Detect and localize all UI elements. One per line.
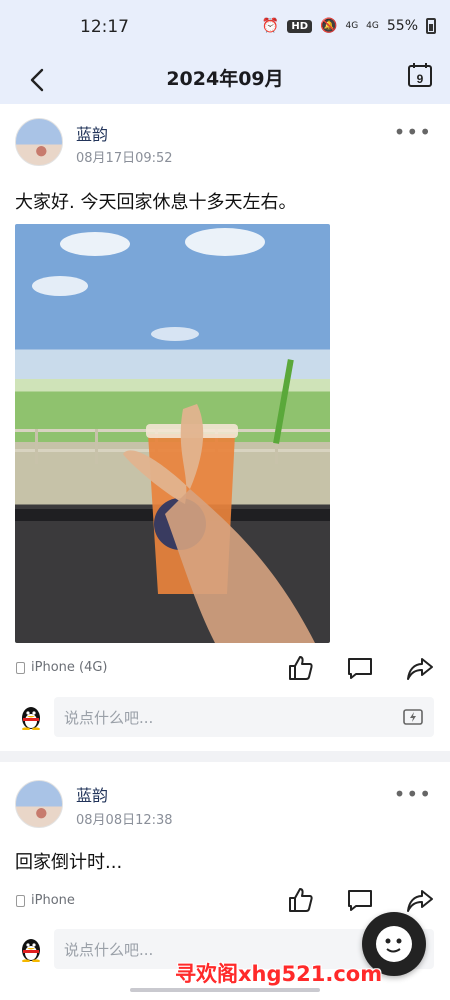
device-label: iPhone [31, 893, 75, 908]
home-indicator[interactable] [130, 988, 320, 992]
comment-placeholder: 说点什么吧... [64, 941, 154, 959]
emoji-keyboard-icon[interactable] [402, 706, 424, 728]
calendar-day: 9 [417, 72, 424, 86]
hd-badge: HD [287, 19, 313, 33]
comment-input[interactable]: 说点什么吧... [54, 697, 434, 737]
status-bar: 12:17 ⏰ HD 🔕 4G 4G 55% [0, 0, 450, 56]
battery-percent: 55% [386, 18, 418, 34]
author-name[interactable]: 蓝韵 [76, 121, 108, 145]
author-name[interactable]: 蓝韵 [76, 782, 108, 806]
post-text: 回家倒计时... [15, 852, 123, 873]
page-title: 2024年09月 [166, 68, 284, 90]
device-info: iPhone [16, 893, 75, 908]
battery-icon [426, 18, 436, 34]
comment-bubble-icon[interactable] [346, 654, 374, 682]
qq-penguin-icon [22, 939, 40, 962]
phone-icon [16, 894, 25, 907]
signal-4g-1: 4G [345, 21, 359, 31]
phone-icon [16, 661, 25, 674]
post-text: 大家好. 今天回家休息十多天左右。 [15, 192, 297, 213]
thumbs-up-icon[interactable] [286, 654, 314, 682]
calendar-icon[interactable]: 9 [406, 61, 434, 89]
alarm-icon: ⏰ [261, 18, 280, 34]
more-dots-icon[interactable]: ••• [394, 782, 432, 806]
share-arrow-icon[interactable] [406, 654, 434, 682]
comment-placeholder: 说点什么吧... [64, 709, 154, 727]
post-photo[interactable] [15, 224, 330, 643]
post-time: 08月08日12:38 [76, 813, 173, 828]
mute-icon: 🔕 [320, 18, 338, 34]
share-arrow-icon[interactable] [406, 886, 434, 914]
top-header: 2024年09月 9 [0, 56, 450, 104]
thumbs-up-icon[interactable] [286, 886, 314, 914]
avatar[interactable] [15, 118, 63, 166]
more-dots-icon[interactable]: ••• [394, 120, 432, 144]
device-label: iPhone (4G) [31, 660, 108, 675]
post-card: 蓝韵 08月17日09:52 ••• 大家好. 今天回家休息十多天左右。 iPh… [0, 104, 450, 751]
comment-bubble-icon[interactable] [346, 886, 374, 914]
signal-4g-2: 4G [366, 21, 379, 31]
post-time: 08月17日09:52 [76, 151, 173, 166]
watermark: 寻欢阁xhg521.com [175, 962, 383, 986]
avatar[interactable] [15, 780, 63, 828]
status-time: 12:17 [80, 17, 129, 37]
status-icons: ⏰ HD 🔕 4G 4G 55% [262, 18, 436, 34]
qq-penguin-icon [22, 707, 40, 730]
device-info: iPhone (4G) [16, 660, 108, 675]
